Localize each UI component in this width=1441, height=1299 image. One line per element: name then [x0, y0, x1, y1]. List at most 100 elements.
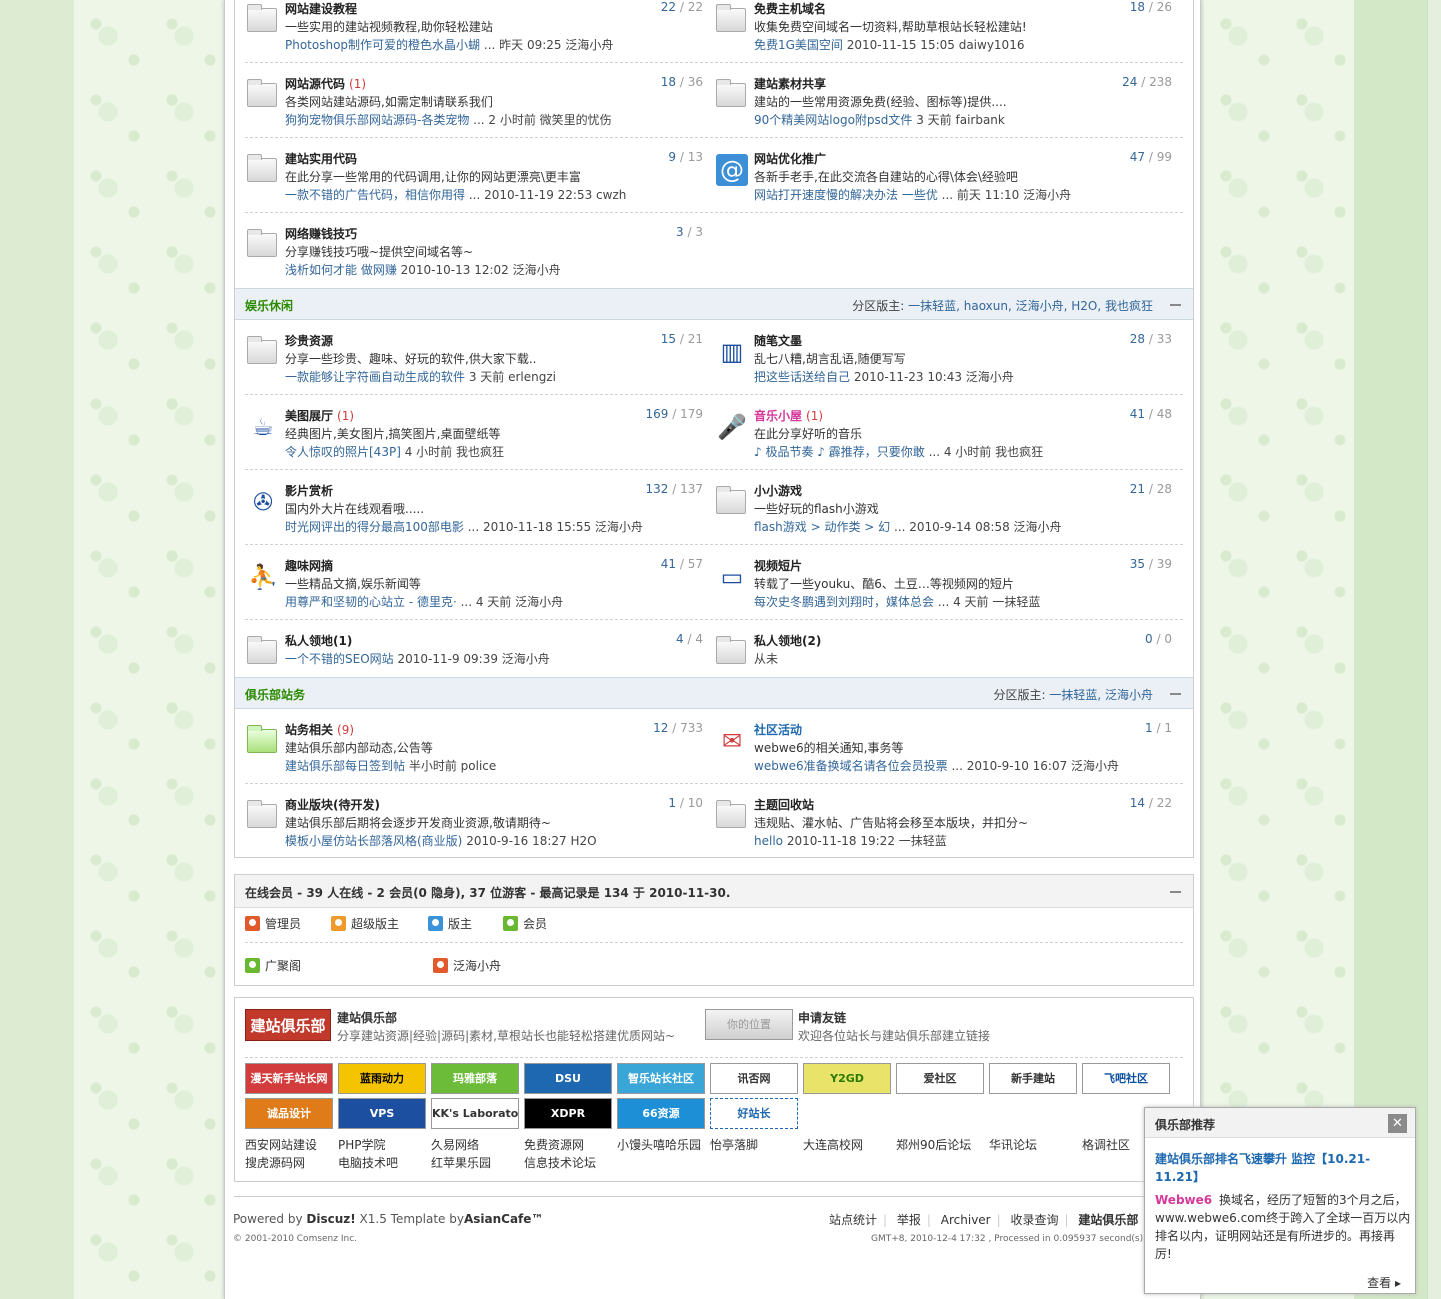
popup-headline[interactable]: 建站俱乐部排名飞速攀升 监控【10.21-11.21】	[1155, 1150, 1405, 1186]
forum-item[interactable]: ☕ 美图展厅 (1) 169 / 179 经典图片,美女图片,搞笑图片,桌面壁纸等 令人惊…	[245, 407, 703, 482]
last-post-link[interactable]: 建站俱乐部每日签到帖	[285, 759, 405, 773]
forum-item[interactable]: ▭ 视频短片 35 / 39 转载了一些youku、酷6、土豆…等视频网的短片 每次史冬…	[714, 557, 1172, 632]
forum-item[interactable]: 网站源代码 (1) 18 / 36 各类网站建站源码,如需定制请联系我们 狗狗宠物俱乐部…	[245, 75, 703, 150]
friend-link-badge[interactable]: 飞吧社区	[1082, 1063, 1170, 1094]
forum-name[interactable]: 社区活动	[754, 721, 802, 738]
forum-item[interactable]: 建站实用代码 9 / 13 在此分享一些常用的代码调用,让你的网站更漂亮\更丰富 一款…	[245, 150, 703, 225]
last-post-link[interactable]: Photoshop制作可爱的橙色水晶小蝴	[285, 38, 480, 52]
friend-link-badge[interactable]: 讯否网	[710, 1063, 798, 1094]
forum-item[interactable]: 小小游戏 21 / 28 一些好玩的flash小游戏 flash游戏 > 动作类 > …	[714, 482, 1172, 557]
footer-link-stats[interactable]: 站点统计	[829, 1213, 877, 1227]
friend-text-link[interactable]: 怡亭落脚	[710, 1136, 758, 1153]
last-post-link[interactable]: 模板小屋仿站长部落风格(商业版)	[285, 834, 462, 848]
friend-link-badge[interactable]: Y2GD	[803, 1063, 891, 1094]
forum-name[interactable]: 主题回收站	[754, 796, 814, 813]
friend-link-badge[interactable]: 好站长	[710, 1098, 798, 1129]
forum-item[interactable]: ✇ 影片赏析 132 / 137 国内外大片在线观看哦..... 时光网评出的得分最高1…	[245, 482, 703, 557]
friend-text-link[interactable]: 红苹果乐园	[431, 1154, 491, 1171]
forum-item[interactable]: 网站建设教程 22 / 22 一些实用的建站视频教程,助你轻松建站 Photoshop…	[245, 0, 703, 75]
moderator-links[interactable]: 一抹轻蓝, haoxun, 泛海小舟, H2O, 我也疯狂	[908, 299, 1153, 313]
forum-name[interactable]: 建站素材共享	[754, 75, 826, 92]
close-icon[interactable]: ✕	[1388, 1114, 1407, 1133]
forum-name[interactable]: 网站源代码 (1)	[285, 75, 366, 92]
footer-link-archiver[interactable]: Archiver	[941, 1213, 991, 1227]
friend-text-link[interactable]: 郑州90后论坛	[896, 1136, 971, 1153]
friend-link-badge[interactable]: 蓝雨动力	[338, 1063, 426, 1094]
forum-name[interactable]: 美图展厅 (1)	[285, 407, 354, 424]
friend-link-badge[interactable]: 爱社区	[896, 1063, 984, 1094]
moderator-links[interactable]: 一抹轻蓝, 泛海小舟	[1049, 688, 1153, 702]
friend-link-badge[interactable]: 新手建站	[989, 1063, 1077, 1094]
last-post-link[interactable]: flash游戏 > 动作类 > 幻	[754, 520, 890, 534]
friend-text-link[interactable]: 华讯论坛	[989, 1136, 1037, 1153]
friend-link-badge[interactable]: DSU	[524, 1063, 612, 1094]
forum-item[interactable]: 建站素材共享 24 / 238 建站的一些常用资源免费(经验、图标等)提供.... 9…	[714, 75, 1172, 150]
last-post-link[interactable]: webwe6准备换域名请各位会员投票	[754, 759, 948, 773]
friend-text-link[interactable]: 电脑技术吧	[338, 1154, 398, 1171]
forum-name[interactable]: 随笔文墨	[754, 332, 802, 349]
last-post-link[interactable]: 狗狗宠物俱乐部网站源码-各类宠物	[285, 113, 469, 127]
friend-link-badge[interactable]: 智乐站长社区	[617, 1063, 705, 1094]
last-post-link[interactable]: 浅析如何才能 做网赚	[285, 263, 397, 277]
forum-name[interactable]: 商业版块(待开发)	[285, 796, 380, 813]
last-post-link[interactable]: 每次史冬鹏遇到刘翔时，媒体总会	[754, 595, 934, 609]
friend-text-link[interactable]: 西安网站建设	[245, 1136, 317, 1153]
footer-link-report[interactable]: 举报	[897, 1213, 921, 1227]
friend-text-link[interactable]: 免费资源网	[524, 1136, 584, 1153]
browser-scrollbar[interactable]	[1427, 0, 1441, 1299]
forum-item[interactable]: 免费主机域名 18 / 26 收集免费空间域名一切资料,帮助草根站长轻松建站! 免费1…	[714, 0, 1172, 75]
forum-name[interactable]: 建站实用代码	[285, 150, 357, 167]
collapse-icon[interactable]	[1170, 304, 1181, 306]
collapse-icon[interactable]	[1170, 693, 1181, 695]
last-post-link[interactable]: 免费1G美国空间	[754, 38, 843, 52]
forum-item[interactable]: 珍贵资源 15 / 21 分享一些珍贵、趣味、好玩的软件,供大家下载.. 一款能够让字…	[245, 332, 703, 407]
friend-text-link[interactable]: 大连高校网	[803, 1136, 863, 1153]
collapse-icon[interactable]	[1170, 891, 1181, 893]
forum-name[interactable]: 影片赏析	[285, 482, 333, 499]
footer-link-club[interactable]: 建站俱乐部	[1078, 1213, 1138, 1227]
friend-text-link[interactable]: 久易网络	[431, 1136, 479, 1153]
friend-link-badge[interactable]: 漫天新手站长网	[245, 1063, 333, 1094]
friend-text-link[interactable]: 格调社区	[1082, 1136, 1130, 1153]
popup-more-link[interactable]: 查看 ▸	[1367, 1274, 1401, 1291]
last-post-link[interactable]: 用尊严和坚韧的心站立 - 德里克·	[285, 595, 457, 609]
last-post-link[interactable]: 令人惊叹的照片[43P]	[285, 445, 401, 459]
friend-text-link[interactable]: PHP学院	[338, 1136, 386, 1153]
last-post-link[interactable]: ♪ 极品节奏 ♪ 霹推荐，只要你敢	[754, 445, 925, 459]
friend-link-badge[interactable]: 诚品设计	[245, 1098, 333, 1129]
forum-name[interactable]: 珍贵资源	[285, 332, 333, 349]
online-user[interactable]: 广聚阁	[245, 958, 301, 974]
forum-name[interactable]: 趣味网摘	[285, 557, 333, 574]
forum-item[interactable]: 主题回收站 14 / 22 违规贴、灌水帖、广告贴将会移至本版块，并扣分~ hello…	[714, 796, 1172, 871]
friend-link-badge[interactable]: XDPR	[524, 1098, 612, 1129]
last-post-link[interactable]: 时光网评出的得分最高100部电影	[285, 520, 464, 534]
forum-item[interactable]: 🎤 音乐小屋 (1) 41 / 48 在此分享好听的音乐 ♪ 极品节奏 ♪ 霹推荐，只要你…	[714, 407, 1172, 482]
forum-name[interactable]: 网站建设教程	[285, 0, 357, 17]
last-post-link[interactable]: 一款不错的广告代码，相信你用得	[285, 188, 465, 202]
your-link-placeholder[interactable]: 你的位置	[705, 1009, 793, 1040]
last-post-link[interactable]: 90个精美网站logo附psd文件	[754, 113, 912, 127]
forum-name[interactable]: 站务相关 (9)	[285, 721, 354, 738]
forum-name[interactable]: 小小游戏	[754, 482, 802, 499]
friend-text-link[interactable]: 信息技术论坛	[524, 1154, 596, 1171]
online-user[interactable]: 泛海小舟	[433, 958, 501, 974]
forum-item[interactable]: ✉ 社区活动 1 / 1 webwe6的相关通知,事务等 webwe6准备换域名请各位会…	[714, 721, 1172, 796]
friend-link-badge[interactable]: KK's Laboratory	[431, 1098, 519, 1129]
forum-item[interactable]: 商业版块(待开发) 1 / 10 建站俱乐部后期将会逐步开发商业资源,敬请期待~ 模板…	[245, 796, 703, 871]
friend-link-badge[interactable]: 66资源	[617, 1098, 705, 1129]
last-post-link[interactable]: 一款能够让字符画自动生成的软件	[285, 370, 465, 384]
forum-name[interactable]: 免费主机域名	[754, 0, 826, 17]
group-name[interactable]: 俱乐部站务	[245, 686, 305, 703]
friend-link-badge[interactable]: VPS	[338, 1098, 426, 1129]
last-post-link[interactable]: hello	[754, 834, 783, 848]
apply-link-name[interactable]: 申请友链	[798, 1009, 846, 1026]
friend-text-link[interactable]: 搜虎源码网	[245, 1154, 305, 1171]
forum-name[interactable]: 网站优化推广	[754, 150, 826, 167]
forum-name[interactable]: 音乐小屋 (1)	[754, 407, 823, 424]
forum-name[interactable]: 视频短片	[754, 557, 802, 574]
forum-item[interactable]: ⛹ 趣味网摘 41 / 57 一些精品文摘,娱乐新闻等 用尊严和坚韧的心站立 - 德里克…	[245, 557, 703, 632]
friend-link-badge[interactable]: 玛雅部落	[431, 1063, 519, 1094]
forum-name[interactable]: 私人领地(1)	[285, 632, 352, 649]
forum-item[interactable]: @ 网站优化推广 47 / 99 各新手老手,在此交流各自建站的心得\体会\经验吧 网站…	[714, 150, 1172, 225]
forum-name[interactable]: 私人领地(2)	[754, 632, 821, 649]
